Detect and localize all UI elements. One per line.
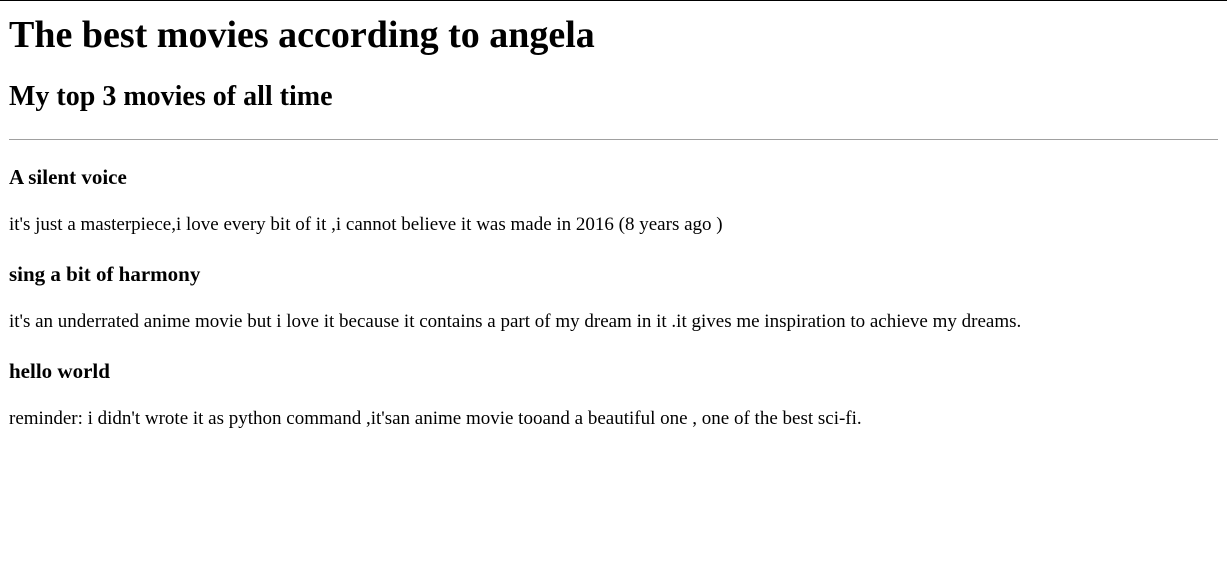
- movie-description: it's just a masterpiece,i love every bit…: [9, 214, 723, 235]
- movie-item: sing a bit of harmony it's an underrated…: [9, 261, 1218, 334]
- movie-description: reminder: i didn't wrote it as python co…: [9, 408, 862, 429]
- movie-item: hello world reminder: i didn't wrote it …: [9, 358, 1218, 431]
- divider: [9, 139, 1218, 140]
- movie-title: hello world: [9, 359, 110, 383]
- page-title: The best movies according to angela: [9, 14, 595, 56]
- movie-description: it's an underrated anime movie but i lov…: [9, 311, 1022, 332]
- movie-title: sing a bit of harmony: [9, 262, 201, 286]
- page-subtitle: My top 3 movies of all time: [9, 81, 333, 112]
- movie-title: A silent voice: [9, 165, 127, 189]
- movie-item: A silent voice it's just a masterpiece,i…: [9, 164, 1218, 237]
- page-container: The best movies according to angela My t…: [0, 0, 1227, 583]
- movie-list: A silent voice it's just a masterpiece,i…: [9, 164, 1218, 431]
